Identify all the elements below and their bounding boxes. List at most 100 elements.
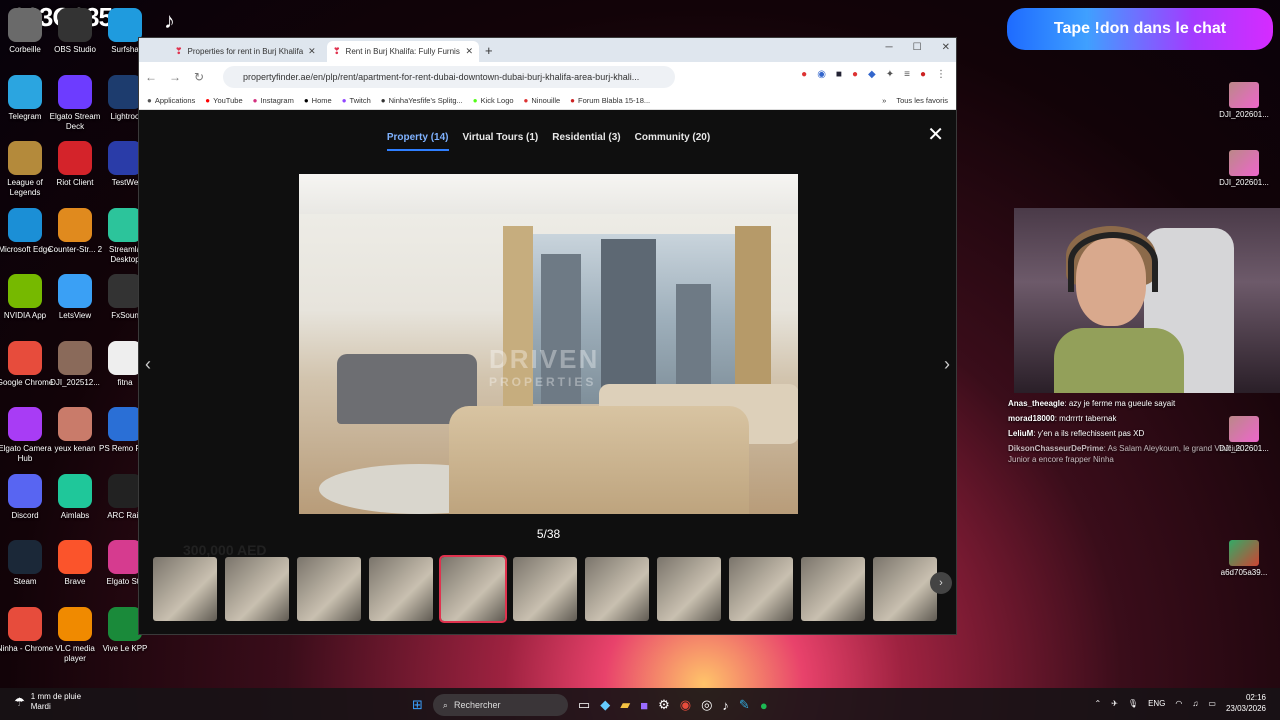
gallery-thumbnail[interactable] bbox=[369, 557, 433, 621]
gallery-tab[interactable]: Residential (3) bbox=[552, 132, 620, 151]
bookmark-item[interactable]: ● NinhaYesfife's Splitg... bbox=[381, 96, 463, 105]
new-tab-button[interactable]: + bbox=[485, 43, 493, 58]
kick-icon: ● bbox=[472, 96, 478, 105]
tray-expand-icon[interactable]: ⌃ bbox=[1095, 699, 1102, 708]
gallery-thumbnail[interactable] bbox=[585, 557, 649, 621]
address-bar[interactable]: propertyfinder.ae/en/plp/rent/apartment-… bbox=[223, 66, 675, 88]
ps-remote-icon bbox=[108, 407, 142, 441]
close-window-icon[interactable]: ✕ bbox=[942, 42, 950, 53]
brave-icon bbox=[58, 540, 92, 574]
menu-kebab-icon[interactable]: ⋮ bbox=[936, 69, 946, 80]
extension-icon[interactable]: ◉ bbox=[817, 69, 826, 80]
more-bookmarks-icon[interactable]: » bbox=[882, 96, 886, 105]
profile-avatar[interactable]: ● bbox=[920, 69, 926, 80]
media-icon[interactable]: ≡ bbox=[904, 69, 910, 80]
copilot-icon[interactable]: ◆ bbox=[600, 697, 610, 713]
next-photo-icon[interactable]: › bbox=[944, 354, 950, 375]
extension-icon[interactable]: ● bbox=[801, 69, 807, 80]
file-explorer-icon[interactable]: ▰ bbox=[620, 697, 630, 713]
extension-icon[interactable]: ◆ bbox=[868, 69, 876, 80]
propertyfinder-icon: ❣ bbox=[175, 46, 183, 56]
bookmark-item[interactable]: ● Kick Logo bbox=[473, 96, 514, 105]
spotify-icon[interactable]: ● bbox=[760, 698, 768, 713]
ninouille-icon: ● bbox=[523, 96, 529, 105]
tiktok-taskbar-icon[interactable]: ♪ bbox=[722, 698, 729, 713]
thumbnails-next-icon[interactable]: › bbox=[930, 572, 952, 594]
gallery-thumbnail[interactable] bbox=[439, 555, 507, 623]
clock[interactable]: 02:16 23/03/2026 bbox=[1226, 692, 1266, 714]
gallery-thumbnail[interactable] bbox=[153, 557, 217, 621]
reload-icon[interactable]: ↻ bbox=[187, 70, 211, 84]
gallery-thumbnail[interactable] bbox=[657, 557, 721, 621]
gallery-thumbnail[interactable] bbox=[801, 557, 865, 621]
close-tab-icon[interactable]: ✕ bbox=[465, 46, 473, 57]
bookmark-item[interactable]: ● Twitch bbox=[342, 96, 371, 105]
donate-banner: Tape !don dans le chat bbox=[1007, 8, 1273, 50]
gallery-tab[interactable]: Property (14) bbox=[386, 132, 449, 151]
chat-username: Anas_theeagle bbox=[1008, 399, 1065, 408]
steam-icon[interactable]: ◎ bbox=[701, 697, 712, 713]
settings-icon[interactable]: ⚙ bbox=[658, 697, 670, 713]
extensions-bar: ● ◉ ■ ● ◆ ✦ ≡ ● ⋮ bbox=[801, 69, 946, 80]
gallery-thumbnail[interactable] bbox=[513, 557, 577, 621]
chrome-icon[interactable]: ◉ bbox=[680, 697, 691, 713]
price-background-text: 300,000 AED bbox=[183, 542, 267, 558]
extension-icon[interactable]: ■ bbox=[836, 69, 842, 80]
bookmark-item[interactable]: ● Home bbox=[304, 96, 332, 105]
extensions-puzzle-icon[interactable]: ✦ bbox=[886, 69, 894, 80]
start-icon[interactable]: ⊞ bbox=[412, 697, 423, 713]
gallery-tab[interactable]: Virtual Tours (1) bbox=[463, 132, 539, 151]
search-icon: ⌕ bbox=[442, 699, 448, 710]
close-tab-icon[interactable]: ✕ bbox=[308, 46, 316, 57]
gallery-thumbnail[interactable] bbox=[729, 557, 793, 621]
tray-app-icon[interactable]: ✈ bbox=[1111, 699, 1118, 708]
microphone-icon[interactable]: 🎙 bbox=[1128, 699, 1138, 708]
weather-widget[interactable]: ☂ 1 mm de pluie Mardi bbox=[14, 692, 81, 712]
bookmark-item[interactable]: ● Applications bbox=[147, 96, 195, 105]
bookmark-item[interactable]: ● Forum Blabla 15-18... bbox=[570, 96, 650, 105]
chat-message: DiksonChasseurDePrime: As Salam Aleykoum… bbox=[1008, 444, 1242, 464]
gallery-thumbnail[interactable] bbox=[873, 557, 937, 621]
gallery-tab[interactable]: Community (20) bbox=[635, 132, 711, 151]
app-icon[interactable]: ✎ bbox=[739, 697, 750, 713]
image-file-icon bbox=[1229, 150, 1259, 176]
battery-icon[interactable]: ▭ bbox=[1208, 699, 1216, 708]
forward-icon[interactable]: → bbox=[163, 70, 187, 84]
browser-toolbar: ← → ↻ propertyfinder.ae/en/plp/rent/apar… bbox=[139, 62, 956, 92]
browser-window: ❣ Properties for rent in Burj Khalifa ✕ … bbox=[138, 37, 957, 635]
stream-deck-icon bbox=[58, 74, 92, 109]
tab-title: Properties for rent in Burj Khalifa bbox=[187, 47, 304, 56]
bookmark-item[interactable]: ● Ninouille bbox=[524, 96, 561, 105]
taskbar-search[interactable]: ⌕ Rechercher bbox=[432, 694, 568, 716]
desktop-icon-image[interactable]: a6d705a39... bbox=[1212, 540, 1276, 577]
back-icon[interactable]: ← bbox=[139, 70, 163, 84]
discord-icon bbox=[8, 473, 42, 508]
gallery-thumbnail[interactable] bbox=[297, 557, 361, 621]
task-view-icon[interactable]: ▭ bbox=[578, 697, 590, 713]
all-bookmarks-folder[interactable]: Tous les favoris bbox=[896, 96, 948, 105]
instagram-icon: ● bbox=[252, 96, 258, 105]
twitch-icon: ● bbox=[341, 96, 347, 105]
minimize-icon[interactable]: ─ bbox=[886, 42, 893, 53]
close-gallery-icon[interactable]: ✕ bbox=[927, 122, 944, 147]
tab-properties-for-rent[interactable]: ❣ Properties for rent in Burj Khalifa ✕ bbox=[169, 41, 321, 62]
desktop-icon-image[interactable]: DJI_202601... bbox=[1212, 82, 1276, 119]
premiere-icon[interactable]: ■ bbox=[640, 698, 648, 713]
taskbar-apps: ⊞ ⌕ Rechercher ▭ ◆ ▰ ■ ⚙ ◉ ◎ ♪ ✎ ● bbox=[412, 694, 768, 716]
gallery-thumbnail[interactable] bbox=[225, 557, 289, 621]
previous-photo-icon[interactable]: ‹ bbox=[145, 354, 151, 375]
desktop-icon-image[interactable]: DJI_202601... bbox=[1212, 150, 1276, 187]
extension-icon[interactable]: ● bbox=[852, 69, 858, 80]
volume-icon[interactable]: ♫ bbox=[1192, 699, 1198, 708]
wifi-icon[interactable]: ◠ bbox=[1175, 699, 1182, 708]
telegram-icon bbox=[8, 74, 42, 109]
gallery-tabs: Property (14) Virtual Tours (1) Residentia… bbox=[139, 132, 956, 151]
trash-icon bbox=[8, 8, 42, 42]
chat-text: mdrrrtr tabernak bbox=[1059, 414, 1117, 423]
bookmark-item[interactable]: ● YouTube bbox=[205, 96, 242, 105]
maximize-icon[interactable]: ☐ bbox=[913, 42, 922, 53]
bookmark-item[interactable]: ● Instagram bbox=[253, 96, 294, 105]
image-file-icon bbox=[1229, 540, 1259, 566]
tab-rent-in-burj-khalifa[interactable]: ❣ Rent in Burj Khalifa: Fully Furnis ✕ bbox=[327, 41, 479, 62]
language-indicator[interactable]: ENG bbox=[1148, 699, 1165, 708]
